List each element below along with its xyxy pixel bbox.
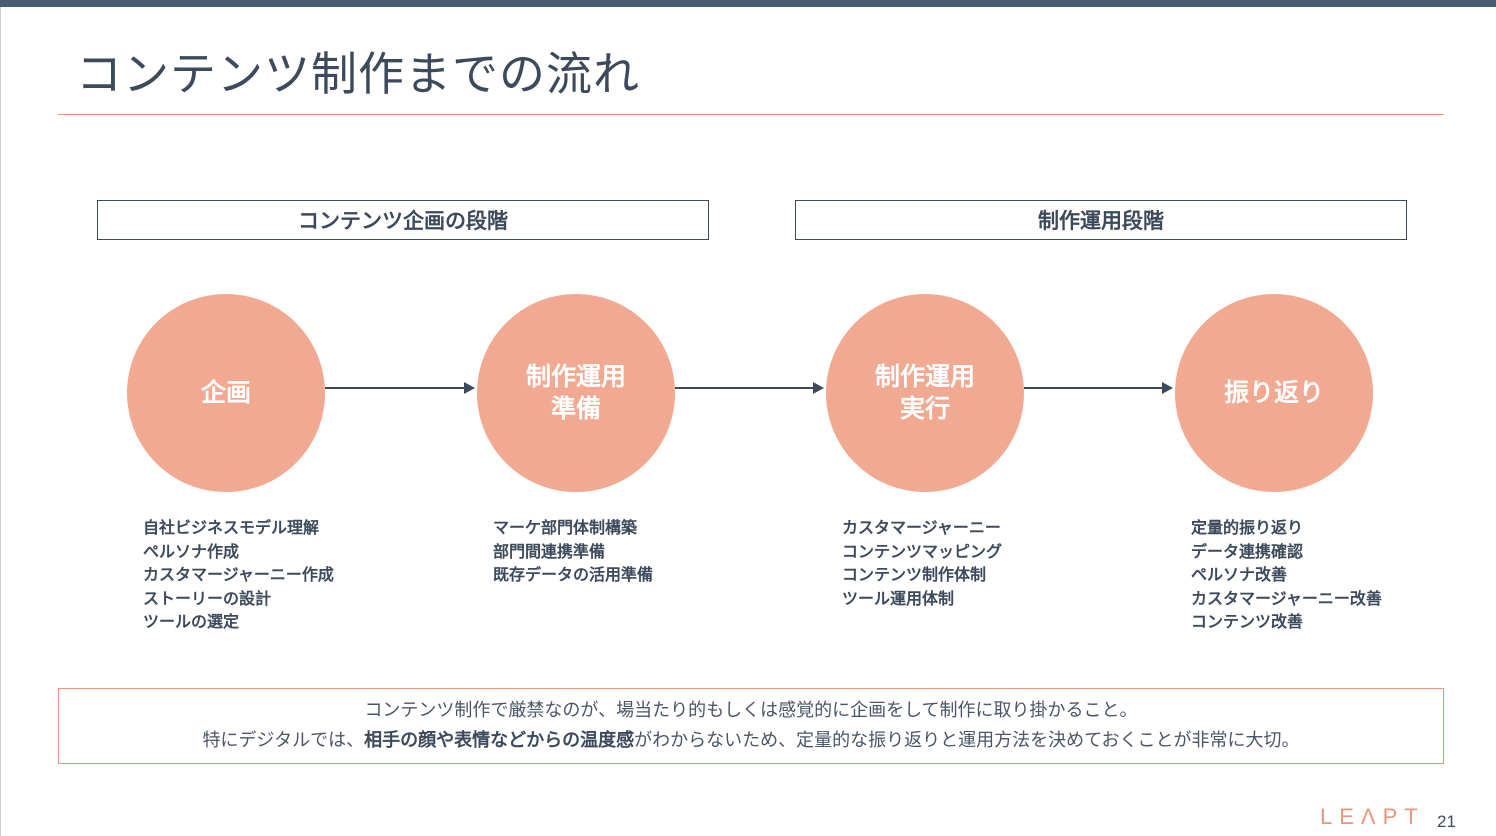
note-emphasis: 相手の顔や表情などからの温度感 — [364, 730, 635, 751]
flow-arrow-3 — [1024, 382, 1173, 394]
step-label-line2: 実行 — [899, 394, 950, 423]
step-label-line1: 制作運用 — [874, 362, 975, 391]
list-item: 部門間連携準備 — [493, 541, 606, 561]
flow-arrow-2 — [675, 382, 824, 394]
list-item: ペルソナ作成 — [143, 541, 240, 561]
list-item: カスタマージャーニー — [842, 518, 1001, 537]
list-item: 定量的振り返り — [1191, 518, 1304, 537]
title-underline — [58, 114, 1444, 115]
list-item: 自社ビジネスモデル理解 — [143, 518, 320, 537]
phase-production-box: 制作運用段階 — [795, 200, 1407, 240]
note-line-2-before: 特にデジタルでは、 — [202, 730, 365, 751]
note-line-2-after: がわからないため、定量的な振り返りと運用方法を決めておくことが非常に大切。 — [634, 730, 1300, 751]
top-bar — [0, 0, 1496, 7]
list-item: 既存データの活用準備 — [493, 565, 654, 584]
note-line-2: 特にデジタルでは、相手の顔や表情などからの温度感がわからないため、定量的な振り返… — [202, 726, 1299, 756]
step-circle-execution: 制作運用 実行 — [826, 294, 1024, 492]
list-item: カスタマージャーニー作成 — [143, 565, 334, 584]
step-label-line1: 制作運用 — [525, 362, 626, 391]
page-number: 21 — [1437, 812, 1456, 831]
list-item: ツール運用体制 — [842, 588, 955, 608]
detail-list-review: 定量的振り返り データ連携確認 ペルソナ改善 カスタマージャーニー改善 コンテン… — [1191, 516, 1382, 634]
phase-planning-box: コンテンツ企画の段階 — [97, 200, 709, 240]
step-circle-preparation: 制作運用 準備 — [477, 294, 675, 492]
detail-list-execution: カスタマージャーニー コンテンツマッピング コンテンツ制作体制 ツール運用体制 — [842, 516, 1002, 610]
step-circle-review: 振り返り — [1175, 294, 1373, 492]
list-item: コンテンツマッピング — [842, 541, 1003, 561]
detail-list-planning: 自社ビジネスモデル理解 ペルソナ作成 カスタマージャーニー作成 ストーリーの設計… — [143, 516, 334, 634]
note-box: コンテンツ制作で厳禁なのが、場当たり的もしくは感覚的に企画をして制作に取り掛かる… — [58, 688, 1444, 764]
detail-list-preparation: マーケ部門体制構築 部門間連携準備 既存データの活用準備 — [493, 516, 653, 587]
list-item: コンテンツ制作体制 — [842, 565, 987, 584]
step-label-line2: 準備 — [550, 394, 601, 423]
left-edge-line — [0, 7, 1, 836]
list-item: コンテンツ改善 — [1191, 612, 1304, 631]
list-item: ストーリーの設計 — [143, 588, 272, 608]
slide-title: コンテンツ制作までの流れ — [76, 47, 640, 101]
list-item: マーケ部門体制構築 — [493, 518, 638, 537]
list-item: ツールの選定 — [143, 612, 240, 631]
list-item: カスタマージャーニー改善 — [1191, 588, 1382, 608]
step-label-line1: 企画 — [200, 378, 251, 407]
list-item: データ連携確認 — [1191, 541, 1304, 561]
brand-logo: LEΛPT — [1320, 804, 1425, 829]
flow-arrow-1 — [325, 382, 475, 394]
step-label-line1: 振り返り — [1223, 378, 1324, 407]
step-circle-planning: 企画 — [127, 294, 325, 492]
note-line-1: コンテンツ制作で厳禁なのが、場当たり的もしくは感覚的に企画をして制作に取り掛かる… — [364, 700, 1138, 721]
list-item: ペルソナ改善 — [1191, 565, 1288, 584]
